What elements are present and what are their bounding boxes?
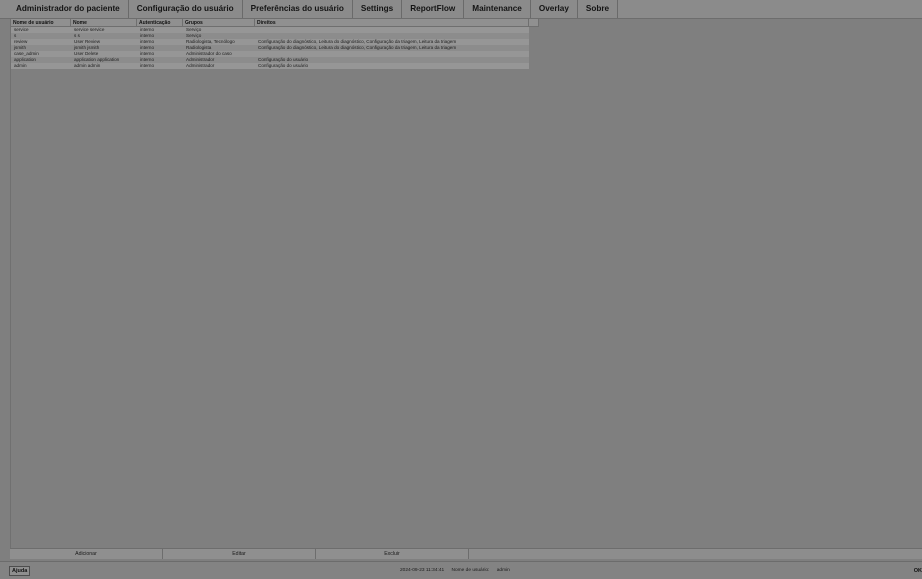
cell-groups: Administrador bbox=[186, 63, 215, 68]
table-row[interactable]: admin admin admin interno Administrador … bbox=[11, 63, 529, 69]
status-bar: Ajuda 2024-09-23 11:34:41 Nome de usuári… bbox=[0, 561, 922, 579]
cell-username: admin bbox=[14, 63, 27, 68]
main-menu-bar: Administrador do paciente Configuração d… bbox=[0, 0, 922, 19]
cell-name: admin admin bbox=[74, 63, 101, 68]
delete-user-button[interactable]: Excluir bbox=[316, 549, 469, 559]
action-button-bar: Adicionar Editar Excluir bbox=[10, 548, 922, 559]
status-info: 2024-09-23 11:34:41 Nome de usuário: adm… bbox=[400, 567, 516, 575]
menu-reportflow[interactable]: ReportFlow bbox=[402, 0, 465, 18]
users-table: Nome de usuário Nome Autenticação Grupos… bbox=[11, 19, 529, 69]
menu-settings[interactable]: Settings bbox=[353, 0, 403, 18]
menu-user-preferences[interactable]: Preferências do usuário bbox=[243, 0, 353, 18]
cell-rights: Configuração do usuário bbox=[258, 63, 309, 68]
column-header-username[interactable]: Nome de usuário bbox=[11, 19, 71, 26]
status-ok-indicator: OK bbox=[913, 568, 922, 574]
cell-authentication: interno bbox=[140, 63, 155, 68]
menu-maintenance[interactable]: Maintenance bbox=[464, 0, 531, 18]
status-datetime: 2024-09-23 11:34:41 bbox=[400, 568, 445, 573]
user-list-panel: Nome de usuário Nome Autenticação Grupos… bbox=[10, 19, 922, 548]
column-header-name[interactable]: Nome bbox=[71, 19, 137, 26]
status-username-label: Nome de usuário: bbox=[451, 568, 490, 573]
table-header: Nome de usuário Nome Autenticação Grupos… bbox=[11, 19, 529, 27]
column-header-authentication[interactable]: Autenticação bbox=[137, 19, 183, 26]
app-window: Administrador do paciente Configuração d… bbox=[0, 0, 922, 579]
menu-patient-admin[interactable]: Administrador do paciente bbox=[10, 0, 129, 18]
menu-overlay[interactable]: Overlay bbox=[531, 0, 578, 18]
button-bar-filler bbox=[469, 549, 922, 559]
column-header-groups[interactable]: Grupos bbox=[183, 19, 255, 26]
menu-user-config[interactable]: Configuração do usuário bbox=[129, 0, 243, 18]
help-button[interactable]: Ajuda bbox=[9, 566, 31, 576]
add-user-button[interactable]: Adicionar bbox=[10, 549, 163, 559]
edit-user-button[interactable]: Editar bbox=[163, 549, 316, 559]
column-header-rights[interactable]: Direitos bbox=[255, 19, 529, 26]
menu-about[interactable]: Sobre bbox=[578, 0, 619, 18]
table-header-filler bbox=[529, 19, 539, 27]
status-username: admin bbox=[496, 568, 510, 573]
